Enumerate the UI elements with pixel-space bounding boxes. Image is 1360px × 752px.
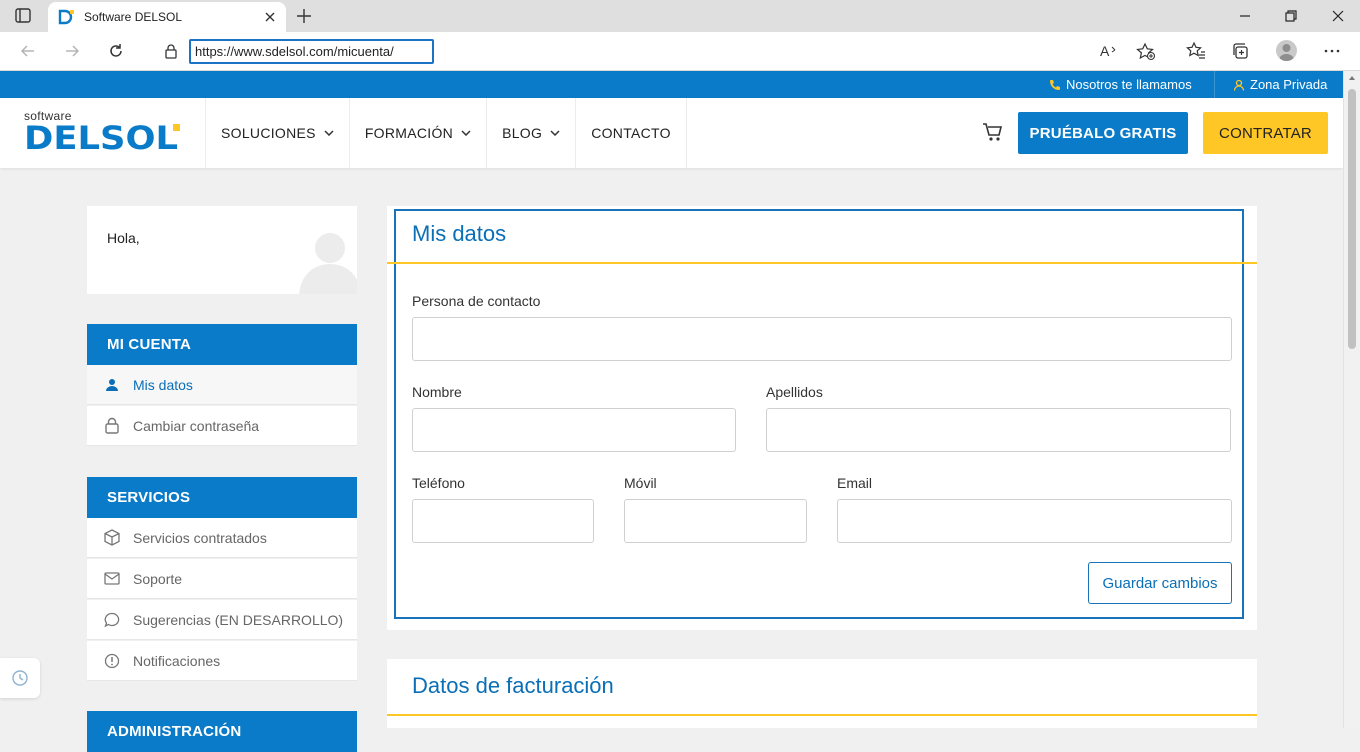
- chevron-down-icon: [324, 130, 334, 136]
- delsol-logo[interactable]: software DELSOL: [24, 110, 184, 152]
- sidebar-item-label: Mis datos: [133, 376, 193, 393]
- name-input[interactable]: [412, 408, 736, 452]
- url-input[interactable]: https://www.sdelsol.com/micuenta/: [189, 39, 434, 64]
- sidebar-item-label: Soporte: [133, 570, 183, 587]
- title-divider: [387, 262, 1257, 264]
- logo-big-text: DELSOL: [24, 122, 178, 152]
- billing-divider: [387, 714, 1257, 716]
- logo-small-text: software: [24, 109, 72, 123]
- contact-label: Persona de contacto: [412, 293, 541, 309]
- window-close-icon[interactable]: [1329, 8, 1347, 24]
- address-bar: https://www.sdelsol.com/micuenta/ A: [146, 36, 1170, 66]
- nav-formacion[interactable]: FORMACIÓN: [348, 98, 486, 168]
- mobile-input[interactable]: [624, 499, 807, 543]
- main-nav: SOLUCIONES FORMACIÓN BLOG CONTACTO: [205, 98, 687, 168]
- phone-icon: [1049, 79, 1061, 91]
- divider: [1214, 71, 1215, 98]
- sidebar-item-label: Servicios contratados: [133, 529, 267, 546]
- call-us-link[interactable]: Nosotros te llamamos: [1049, 77, 1192, 92]
- mobile-label: Móvil: [624, 475, 657, 491]
- surname-input[interactable]: [766, 408, 1231, 452]
- plus-icon[interactable]: [294, 6, 314, 26]
- sidebar-item-sugerencias[interactable]: Sugerencias (EN DESARROLLO): [87, 600, 357, 640]
- user-icon: [1233, 79, 1245, 91]
- tab-actions-icon[interactable]: [12, 7, 34, 25]
- contact-input[interactable]: [412, 317, 1232, 361]
- delsol-favicon-icon: [58, 9, 76, 25]
- user-avatar-icon: [299, 230, 357, 294]
- mail-icon: [103, 572, 121, 585]
- section-mi-cuenta: MI CUENTA: [87, 324, 357, 365]
- read-aloud-icon[interactable]: A: [1100, 43, 1118, 59]
- surname-label: Apellidos: [766, 384, 823, 400]
- nav-label: SOLUCIONES: [221, 125, 316, 141]
- browser-tab-bar: Software DELSOL: [0, 0, 1360, 32]
- svg-text:A: A: [1100, 43, 1110, 59]
- history-button[interactable]: [0, 658, 40, 698]
- tab-title: Software DELSOL: [84, 10, 183, 24]
- forward-icon[interactable]: [62, 41, 82, 61]
- chevron-down-icon: [550, 130, 560, 136]
- nav-soluciones[interactable]: SOLUCIONES: [205, 98, 349, 168]
- collections-icon[interactable]: [1230, 41, 1250, 61]
- scroll-up-icon[interactable]: [1348, 75, 1356, 81]
- minimize-icon[interactable]: [1236, 8, 1254, 24]
- greeting-text: Hola,: [107, 230, 140, 246]
- nav-label: CONTACTO: [591, 125, 671, 141]
- phone-label: Teléfono: [412, 475, 465, 491]
- lock-icon: [103, 417, 121, 434]
- top-strip: Nosotros te llamamos Zona Privada: [0, 71, 1343, 98]
- restore-icon[interactable]: [1282, 8, 1300, 24]
- add-favorite-icon[interactable]: [1136, 43, 1156, 61]
- sidebar-item-soporte[interactable]: Soporte: [87, 559, 357, 599]
- page-title: Mis datos: [412, 221, 507, 246]
- chevron-down-icon: [461, 130, 471, 136]
- box-icon: [103, 529, 121, 546]
- user-icon: [103, 378, 121, 392]
- sidebar-item-notificaciones[interactable]: Notificaciones: [87, 641, 357, 681]
- sidebar-item-label: Sugerencias (EN DESARROLLO): [133, 611, 344, 628]
- chat-icon: [103, 612, 121, 628]
- phone-input[interactable]: [412, 499, 594, 543]
- private-zone-link[interactable]: Zona Privada: [1233, 77, 1327, 92]
- name-label: Nombre: [412, 384, 462, 400]
- buy-button[interactable]: CONTRATAR: [1203, 112, 1328, 154]
- nav-blog[interactable]: BLOG: [486, 98, 575, 168]
- profile-icon[interactable]: [1276, 40, 1297, 61]
- sidebar-item-cambiar-contrasena[interactable]: Cambiar contraseña: [87, 406, 357, 446]
- sidebar-item-label: Cambiar contraseña: [133, 417, 260, 434]
- page-scrollbar[interactable]: [1343, 71, 1360, 728]
- sidebar-item-servicios-contratados[interactable]: Servicios contratados: [87, 518, 357, 558]
- nav-contacto[interactable]: CONTACTO: [575, 98, 687, 168]
- save-button[interactable]: Guardar cambios: [1088, 562, 1232, 604]
- back-icon[interactable]: [18, 41, 38, 61]
- nav-label: BLOG: [502, 125, 543, 141]
- call-us-label: Nosotros te llamamos: [1066, 77, 1192, 92]
- billing-title: Datos de facturación: [412, 673, 614, 698]
- favorites-icon[interactable]: [1186, 41, 1206, 61]
- private-zone-label: Zona Privada: [1250, 77, 1328, 92]
- greeting-card: Hola,: [87, 206, 357, 294]
- close-icon[interactable]: [262, 9, 278, 25]
- browser-tab[interactable]: Software DELSOL: [48, 2, 286, 32]
- clock-icon: [11, 669, 29, 687]
- browser-toolbar: https://www.sdelsol.com/micuenta/ A: [0, 32, 1360, 71]
- more-icon[interactable]: [1322, 41, 1342, 61]
- section-administracion: ADMINISTRACIÓN: [87, 711, 357, 752]
- delsol-logo-mark: DELSOL: [24, 122, 180, 152]
- email-label: Email: [837, 475, 873, 491]
- try-free-button[interactable]: PRUÉBALO GRATIS: [1018, 112, 1188, 154]
- refresh-icon[interactable]: [106, 41, 126, 61]
- nav-label: FORMACIÓN: [364, 125, 454, 141]
- alert-icon: [103, 653, 121, 669]
- lock-icon[interactable]: [164, 43, 178, 59]
- scroll-thumb[interactable]: [1348, 89, 1356, 349]
- site-header: software DELSOL SOLUCIONES FORMACIÓN BLO…: [0, 98, 1343, 168]
- email-input[interactable]: [837, 499, 1232, 543]
- section-servicios: SERVICIOS: [87, 477, 357, 518]
- sidebar-item-mis-datos[interactable]: Mis datos: [87, 365, 357, 405]
- cart-icon[interactable]: [982, 122, 1004, 142]
- sidebar-item-label: Notificaciones: [133, 652, 221, 669]
